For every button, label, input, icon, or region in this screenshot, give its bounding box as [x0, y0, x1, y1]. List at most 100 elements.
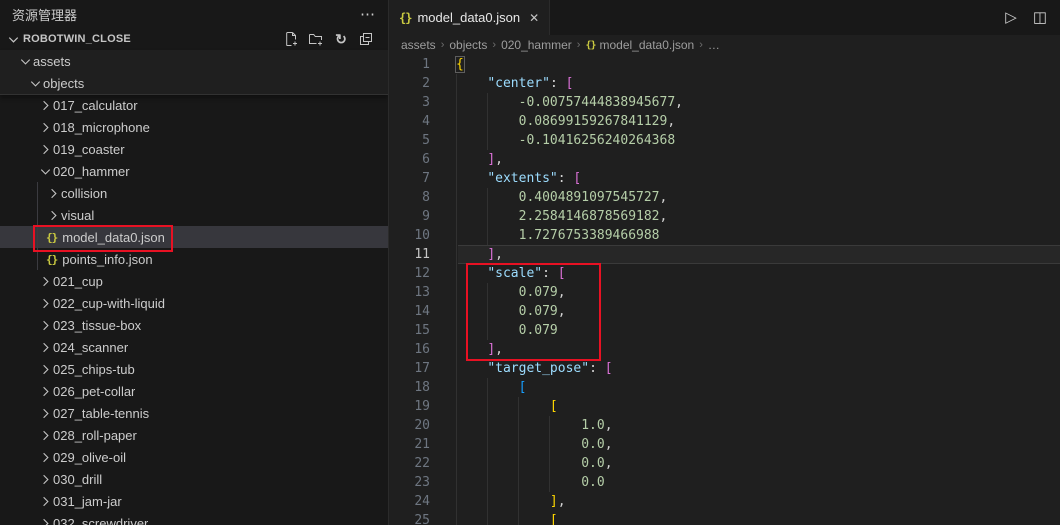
tree-folder-028_roll-paper[interactable]: 028_roll-paper: [0, 424, 388, 446]
tree-item-label: objects: [43, 76, 84, 91]
code-text: "target_pose": [: [456, 359, 613, 378]
explorer-sidebar: 资源管理器 ⋯ ROBOTWIN_CLOSE ↻ assets objects 0…: [0, 0, 389, 525]
line-number: 8: [389, 188, 430, 207]
code-line-5[interactable]: 5 -0.10416256240264368: [389, 131, 1060, 150]
split-editor-icon[interactable]: ◫: [1033, 10, 1047, 25]
code-line-7[interactable]: 7 "extents": [: [389, 169, 1060, 188]
code-line-4[interactable]: 4 0.08699159267841129,: [389, 112, 1060, 131]
tree-file-model_data0.json[interactable]: {}model_data0.json: [0, 226, 388, 248]
code-line-23[interactable]: 23 0.0: [389, 473, 1060, 492]
line-number: 16: [389, 340, 430, 359]
tree-folder-visual[interactable]: visual: [0, 204, 388, 226]
tree-folder-026_pet-collar[interactable]: 026_pet-collar: [0, 380, 388, 402]
tree-item-label: 030_drill: [53, 472, 102, 487]
code-line-3[interactable]: 3 -0.00757444838945677,: [389, 93, 1060, 112]
line-number: 10: [389, 226, 430, 245]
code-line-12[interactable]: 12 "scale": [: [389, 264, 1060, 283]
code-line-21[interactable]: 21 0.0,: [389, 435, 1060, 454]
tree-folder-018_microphone[interactable]: 018_microphone: [0, 116, 388, 138]
code-text: "center": [: [456, 74, 573, 93]
code-line-16[interactable]: 16 ],: [389, 340, 1060, 359]
breadcrumb-separator: ›: [492, 39, 496, 51]
code-text: {: [456, 55, 464, 74]
code-line-20[interactable]: 20 1.0,: [389, 416, 1060, 435]
tree-file-points_info.json[interactable]: {}points_info.json: [0, 248, 388, 270]
code-line-8[interactable]: 8 0.4004891097545727,: [389, 188, 1060, 207]
tree-folder-027_table-tennis[interactable]: 027_table-tennis: [0, 402, 388, 424]
tree-folder-024_scanner[interactable]: 024_scanner: [0, 336, 388, 358]
code-line-17[interactable]: 17 "target_pose": [: [389, 359, 1060, 378]
more-actions-icon[interactable]: ⋯: [360, 7, 376, 22]
tree-folder-017_calculator[interactable]: 017_calculator: [0, 94, 388, 116]
breadcrumb-item-model_data0.json[interactable]: {}model_data0.json: [585, 38, 694, 52]
breadcrumb-item-020_hammer[interactable]: 020_hammer: [501, 38, 572, 52]
code-line-18[interactable]: 18 [: [389, 378, 1060, 397]
tree-folder-025_chips-tub[interactable]: 025_chips-tub: [0, 358, 388, 380]
tree-folder-019_coaster[interactable]: 019_coaster: [0, 138, 388, 160]
tree-folder-assets[interactable]: assets: [0, 50, 388, 72]
tree-folder-020_hammer[interactable]: 020_hammer: [0, 160, 388, 182]
tree-folder-031_jam-jar[interactable]: 031_jam-jar: [0, 490, 388, 512]
code-text: 0.079: [456, 321, 558, 340]
code-line-9[interactable]: 9 2.2584146878569182,: [389, 207, 1060, 226]
code-text: [: [456, 378, 526, 397]
tree-folder-objects[interactable]: objects: [0, 72, 388, 94]
chevron-right-icon: [38, 295, 53, 311]
close-tab-icon[interactable]: ✕: [529, 11, 539, 25]
tree-folder-022_cup-with-liquid[interactable]: 022_cup-with-liquid: [0, 292, 388, 314]
line-number: 23: [389, 473, 430, 492]
breadcrumb-separator: ›: [699, 39, 703, 51]
tree-item-label: 017_calculator: [53, 98, 138, 113]
breadcrumb-item-…[interactable]: …: [708, 38, 720, 52]
run-icon[interactable]: ▷: [1005, 10, 1017, 25]
tab-model-data0-json[interactable]: {} model_data0.json ✕: [389, 0, 550, 35]
chevron-right-icon: [46, 207, 61, 223]
tree-item-label: 029_olive-oil: [53, 450, 126, 465]
new-file-icon[interactable]: [283, 31, 299, 47]
code-editor[interactable]: 1{2 "center": [3 -0.00757444838945677,4 …: [389, 55, 1060, 525]
code-text: 0.0: [456, 473, 605, 492]
new-folder-icon[interactable]: [308, 31, 324, 47]
explorer-title-bar: 资源管理器 ⋯: [0, 0, 388, 28]
code-line-1[interactable]: 1{: [389, 55, 1060, 74]
tree-folder-032_screwdriver[interactable]: 032_screwdriver: [0, 512, 388, 525]
line-number: 12: [389, 264, 430, 283]
tree-sticky-scroll: assets objects: [0, 50, 388, 95]
tree-folder-030_drill[interactable]: 030_drill: [0, 468, 388, 490]
code-text: 0.08699159267841129,: [456, 112, 675, 131]
refresh-icon[interactable]: ↻: [333, 31, 349, 47]
code-line-6[interactable]: 6 ],: [389, 150, 1060, 169]
code-line-11[interactable]: 11 ],: [389, 245, 1060, 264]
code-line-24[interactable]: 24 ],: [389, 492, 1060, 511]
chevron-right-icon: [38, 317, 53, 333]
tree-folder-023_tissue-box[interactable]: 023_tissue-box: [0, 314, 388, 336]
line-number: 21: [389, 435, 430, 454]
tree-item-label: 022_cup-with-liquid: [53, 296, 165, 311]
chevron-right-icon: [38, 383, 53, 399]
chevron-right-icon: [38, 119, 53, 135]
line-number: 4: [389, 112, 430, 131]
chevron-right-icon: [38, 141, 53, 157]
code-line-14[interactable]: 14 0.079,: [389, 302, 1060, 321]
code-line-22[interactable]: 22 0.0,: [389, 454, 1060, 473]
code-text: ],: [456, 150, 503, 169]
code-line-15[interactable]: 15 0.079: [389, 321, 1060, 340]
breadcrumb-item-objects[interactable]: objects: [449, 38, 487, 52]
line-number: 19: [389, 397, 430, 416]
code-line-2[interactable]: 2 "center": [: [389, 74, 1060, 93]
collapse-folders-icon[interactable]: [358, 31, 374, 47]
code-line-10[interactable]: 10 1.7276753389466988: [389, 226, 1060, 245]
code-line-13[interactable]: 13 0.079,: [389, 283, 1060, 302]
line-number: 20: [389, 416, 430, 435]
tree-folder-collision[interactable]: collision: [0, 182, 388, 204]
tree-folder-021_cup[interactable]: 021_cup: [0, 270, 388, 292]
breadcrumb-item-assets[interactable]: assets: [401, 38, 436, 52]
code-line-19[interactable]: 19 [: [389, 397, 1060, 416]
line-number: 3: [389, 93, 430, 112]
workspace-section-header[interactable]: ROBOTWIN_CLOSE ↻: [0, 28, 388, 50]
code-line-25[interactable]: 25 [: [389, 511, 1060, 525]
editor-group: {} model_data0.json ✕ ▷ ◫ assets › objects…: [389, 0, 1060, 525]
tree-item-label: assets: [33, 54, 71, 69]
tree-folder-029_olive-oil[interactable]: 029_olive-oil: [0, 446, 388, 468]
chevron-right-icon: [38, 361, 53, 377]
